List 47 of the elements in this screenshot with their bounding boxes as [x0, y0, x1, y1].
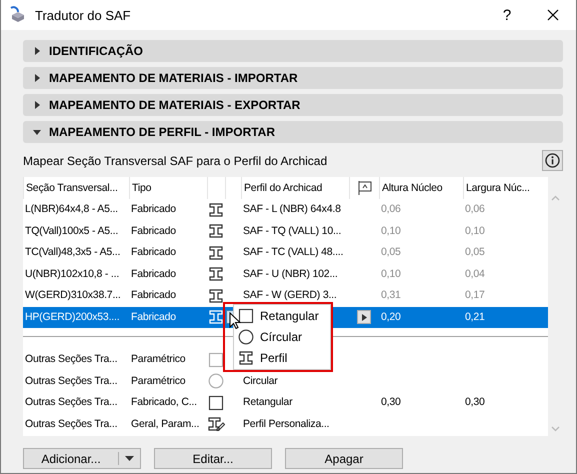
- table-cell: Retangular: [243, 395, 292, 410]
- table-cell: Fabricado: [131, 310, 176, 325]
- table-cell: 0,21: [465, 310, 485, 325]
- table-cell: SAF - L (NBR) 64x4.8: [243, 202, 341, 218]
- table-cell: 0,06: [465, 202, 485, 218]
- table-cell: L(NBR)64x4,8 - A5...: [25, 202, 118, 218]
- table-cell: Fabricado: [131, 202, 176, 218]
- table-cell: Outras Seções Tra...: [25, 416, 118, 432]
- table-cell: 0,06: [381, 202, 401, 218]
- table-cell: 0,05: [381, 245, 401, 260]
- table-cell: Geral, Param...: [131, 416, 200, 432]
- table-cell: Circular: [243, 374, 278, 389]
- description-text: Mapear Seção Transversal SAF para o Perfil do Archicad: [23, 154, 328, 168]
- table-cell: SAF - U (NBR) 102...: [243, 266, 338, 282]
- table-cell: 0,30: [465, 395, 485, 410]
- table-cell: HP(GERD)200x53....: [25, 310, 120, 325]
- table-cell: U(NBR)102x10,8 - ...: [25, 266, 120, 282]
- table-cell: 0,10: [381, 224, 401, 239]
- table-cell: Outras Seções Tra...: [25, 374, 118, 389]
- menu-item-label: Círcular: [260, 330, 302, 344]
- table-cell: Fabricado, C...: [131, 395, 197, 410]
- table-cell: Perfil Personaliza...: [243, 416, 330, 432]
- window-title: Tradutor do SAF: [35, 8, 132, 22]
- table-cell: TC(Vall)48,3x5 - A5...: [25, 245, 120, 260]
- table-cell: 0,10: [381, 266, 401, 282]
- table-cell: Outras Seções Tra...: [25, 352, 118, 368]
- table-cell: 0,10: [465, 224, 485, 239]
- table-cell: TQ(Vall)100x5 - A5...: [25, 224, 118, 239]
- table-cell: 0,04: [465, 266, 485, 282]
- table-cell: Fabricado: [131, 266, 176, 282]
- table-cell: 0,17: [465, 288, 485, 304]
- menu-item-label: Perfil: [260, 350, 288, 365]
- table-cell: 0,05: [465, 245, 485, 260]
- table-cell: Outras Seções Tra...: [25, 395, 118, 410]
- table-cell: 0,20: [381, 310, 401, 325]
- table-cell: 0,31: [381, 288, 401, 304]
- table-cell: W(GERD)310x38.7...: [25, 288, 121, 304]
- table-cell: 0,30: [381, 395, 401, 410]
- table-cell: SAF - TQ (VALL) 10...: [243, 224, 342, 239]
- menu-item-label: Retangular: [260, 309, 319, 324]
- table-cell: SAF - W (GERD) 3...: [243, 288, 337, 304]
- table-cell: Fabricado: [131, 288, 176, 304]
- table-cell: SAF - TC (VALL) 48....: [243, 245, 344, 260]
- table-cell: Paramétrico: [131, 352, 186, 368]
- table-cell: Fabricado: [131, 245, 176, 260]
- table-cell: Paramétrico: [131, 374, 186, 389]
- table-cell: Fabricado: [131, 224, 176, 239]
